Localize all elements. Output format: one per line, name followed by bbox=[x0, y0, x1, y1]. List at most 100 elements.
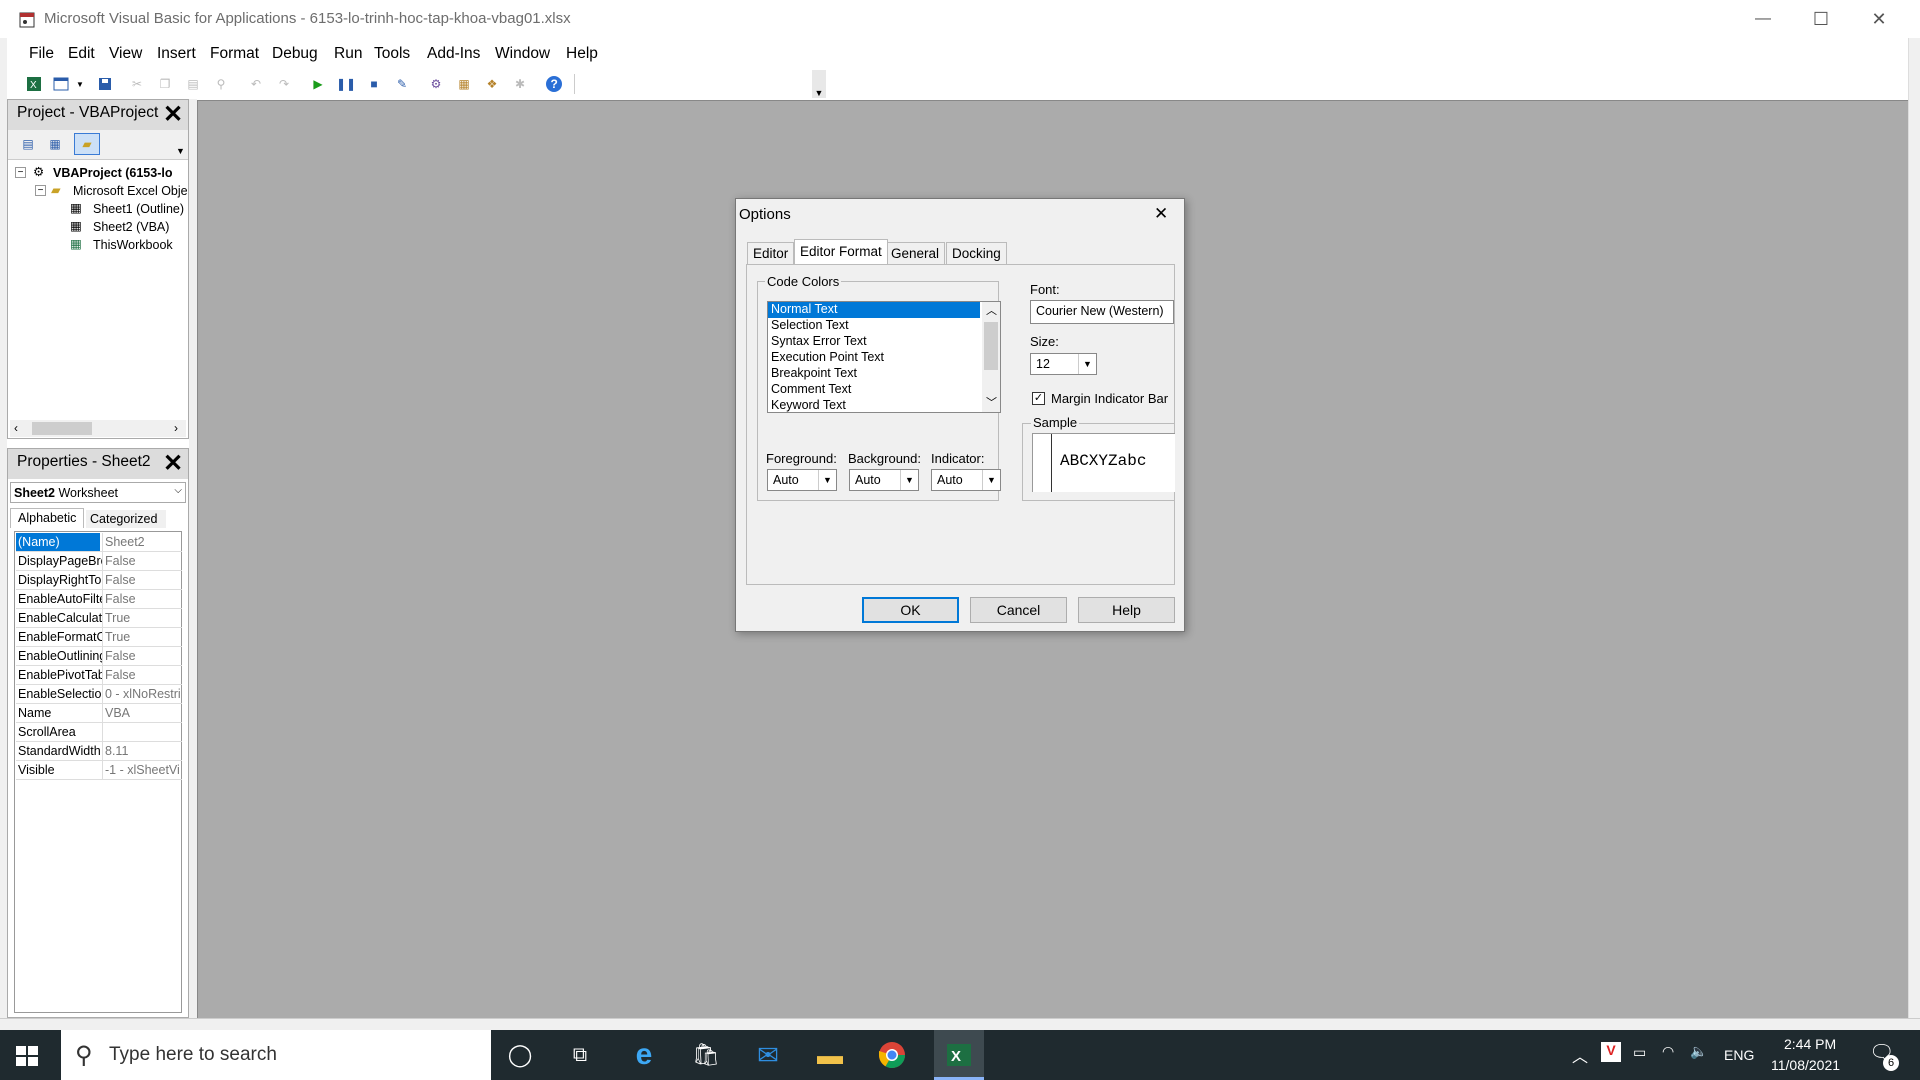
object-browser-icon[interactable]: ❖ bbox=[483, 75, 501, 93]
tree-item-sheet2[interactable]: Sheet2 (VBA) bbox=[93, 220, 169, 234]
search-input[interactable]: Type here to search bbox=[109, 1044, 277, 1066]
chevron-down-icon[interactable]: ▼ bbox=[176, 146, 185, 156]
table-row[interactable]: EnableOutlining False bbox=[16, 647, 182, 666]
table-row[interactable]: EnableCalculati True bbox=[16, 609, 182, 628]
paste-icon[interactable]: ▤ bbox=[184, 75, 202, 93]
minimize-button[interactable]: — bbox=[1734, 0, 1792, 38]
scrollbar-thumb[interactable] bbox=[984, 322, 998, 370]
menu-run[interactable]: Run bbox=[334, 45, 362, 63]
table-row[interactable]: Name VBA bbox=[16, 704, 182, 723]
chevron-right-icon[interactable]: › bbox=[174, 421, 178, 435]
dialog-close-icon[interactable]: ✕ bbox=[1154, 204, 1168, 224]
copy-icon[interactable]: ❐ bbox=[156, 75, 174, 93]
menu-help[interactable]: Help bbox=[566, 45, 598, 63]
cancel-button[interactable]: Cancel bbox=[970, 597, 1067, 623]
prop-value[interactable]: 0 - xlNoRestri bbox=[105, 687, 181, 701]
chevron-down-icon[interactable]: ▼ bbox=[75, 75, 85, 93]
close-button[interactable]: ✕ bbox=[1850, 0, 1908, 38]
table-row[interactable]: Visible -1 - xlSheetVi bbox=[16, 761, 182, 780]
menu-view[interactable]: View bbox=[109, 45, 142, 63]
ok-button[interactable]: OK bbox=[862, 597, 959, 623]
reset-icon[interactable]: ■ bbox=[365, 75, 383, 93]
table-row[interactable]: DisplayRightTo False bbox=[16, 571, 182, 590]
menu-edit[interactable]: Edit bbox=[68, 45, 95, 63]
menu-file[interactable]: File bbox=[29, 45, 54, 63]
tree-item-thisworkbook[interactable]: ThisWorkbook bbox=[93, 238, 173, 252]
scrollbar-thumb[interactable] bbox=[32, 422, 92, 435]
tree-item-vbaproject[interactable]: VBAProject (6153-lo bbox=[53, 166, 172, 180]
table-row[interactable]: EnableSelectio 0 - xlNoRestri bbox=[16, 685, 182, 704]
horizontal-scrollbar[interactable]: ‹ › bbox=[10, 420, 186, 437]
cortana-icon[interactable]: ◯ bbox=[503, 1038, 537, 1072]
redo-icon[interactable]: ↷ bbox=[275, 75, 293, 93]
file-explorer-icon[interactable]: ▬ bbox=[813, 1038, 847, 1072]
windows-start-icon[interactable] bbox=[14, 1043, 48, 1069]
break-icon[interactable]: ❚❚ bbox=[336, 75, 356, 93]
table-row[interactable]: DisplayPageBre False bbox=[16, 552, 182, 571]
cut-icon[interactable]: ✂ bbox=[128, 75, 146, 93]
wifi-icon[interactable]: ◠ bbox=[1662, 1043, 1674, 1060]
code-colors-list[interactable]: Normal Text Selection Text Syntax Error … bbox=[767, 301, 1001, 413]
close-icon[interactable]: ✕ bbox=[161, 103, 185, 128]
list-item[interactable]: Execution Point Text bbox=[768, 350, 1000, 366]
prop-value[interactable]: False bbox=[105, 668, 181, 682]
chevron-up-icon[interactable]: ︿ bbox=[986, 302, 997, 318]
prop-value[interactable]: False bbox=[105, 573, 181, 587]
chevron-down-icon[interactable]: ▼ bbox=[818, 470, 836, 490]
prop-value[interactable]: False bbox=[105, 592, 181, 606]
close-icon[interactable]: ✕ bbox=[161, 452, 185, 477]
language-indicator[interactable]: ENG bbox=[1724, 1047, 1754, 1063]
font-select[interactable]: Courier New (Western) bbox=[1030, 300, 1174, 324]
chevron-down-icon[interactable]: ⌵ bbox=[174, 485, 182, 496]
toggle-folders-icon[interactable]: ▰ bbox=[74, 133, 100, 155]
view-object-icon[interactable]: ▦ bbox=[46, 135, 64, 153]
help-icon[interactable]: ? bbox=[545, 75, 563, 93]
tree-expander-icon[interactable]: − bbox=[35, 185, 46, 196]
tab-editor[interactable]: Editor bbox=[747, 242, 795, 264]
project-explorer-icon[interactable]: ⚙ bbox=[427, 75, 445, 93]
tree-item-excel-objects[interactable]: Microsoft Excel Obje bbox=[73, 184, 188, 198]
chevron-down-icon[interactable]: ﹀ bbox=[986, 394, 997, 410]
indicator-select[interactable]: Auto ▼ bbox=[931, 469, 1001, 491]
insert-userform-icon[interactable] bbox=[52, 75, 70, 93]
chevron-left-icon[interactable]: ‹ bbox=[14, 421, 18, 435]
chevron-down-icon[interactable]: ▼ bbox=[982, 470, 1000, 490]
object-selector[interactable]: Sheet2 Worksheet ⌵ bbox=[10, 482, 186, 503]
list-item[interactable]: Breakpoint Text bbox=[768, 366, 1000, 382]
volume-icon[interactable]: 🔈 bbox=[1690, 1043, 1707, 1060]
find-icon[interactable]: ⚲ bbox=[212, 75, 230, 93]
store-icon[interactable]: 🛍 bbox=[689, 1038, 723, 1072]
help-button[interactable]: Help bbox=[1078, 597, 1175, 623]
view-code-icon[interactable]: ▤ bbox=[19, 135, 37, 153]
chrome-icon[interactable] bbox=[875, 1038, 909, 1072]
menu-debug[interactable]: Debug bbox=[272, 45, 318, 63]
menu-format[interactable]: Format bbox=[210, 45, 259, 63]
tab-categorized[interactable]: Categorized bbox=[86, 510, 166, 528]
chevron-down-icon[interactable]: ▼ bbox=[1078, 354, 1096, 374]
table-row[interactable]: EnableFormatC True bbox=[16, 628, 182, 647]
foreground-select[interactable]: Auto ▼ bbox=[767, 469, 837, 491]
maximize-button[interactable]: ☐ bbox=[1792, 0, 1850, 38]
background-select[interactable]: Auto ▼ bbox=[849, 469, 919, 491]
prop-value[interactable]: True bbox=[105, 630, 181, 644]
menu-window[interactable]: Window bbox=[495, 45, 550, 63]
prop-value[interactable]: VBA bbox=[105, 706, 181, 720]
size-select[interactable]: 12 ▼ bbox=[1030, 353, 1097, 375]
prop-value[interactable]: False bbox=[105, 554, 181, 568]
tab-docking[interactable]: Docking bbox=[946, 242, 1007, 264]
mail-icon[interactable]: ✉ bbox=[751, 1038, 785, 1072]
save-icon[interactable] bbox=[96, 75, 114, 93]
chevron-up-icon[interactable]: ︿ bbox=[1572, 1043, 1588, 1067]
excel-icon[interactable]: X bbox=[942, 1038, 976, 1072]
design-mode-icon[interactable]: ✎ bbox=[393, 75, 411, 93]
table-row[interactable]: StandardWidth 8.11 bbox=[16, 742, 182, 761]
search-box[interactable]: ⚲ Type here to search bbox=[61, 1030, 491, 1080]
list-item[interactable]: Normal Text bbox=[768, 302, 980, 318]
run-icon[interactable]: ▶ bbox=[309, 75, 327, 93]
clock-date[interactable]: 11/08/2021 bbox=[1771, 1057, 1840, 1073]
prop-value[interactable]: 8.11 bbox=[105, 744, 181, 758]
tab-general[interactable]: General bbox=[885, 242, 946, 264]
chevron-down-icon[interactable]: ▼ bbox=[900, 470, 918, 490]
clock-time[interactable]: 2:44 PM bbox=[1784, 1036, 1836, 1052]
table-row[interactable]: ScrollArea bbox=[16, 723, 182, 742]
